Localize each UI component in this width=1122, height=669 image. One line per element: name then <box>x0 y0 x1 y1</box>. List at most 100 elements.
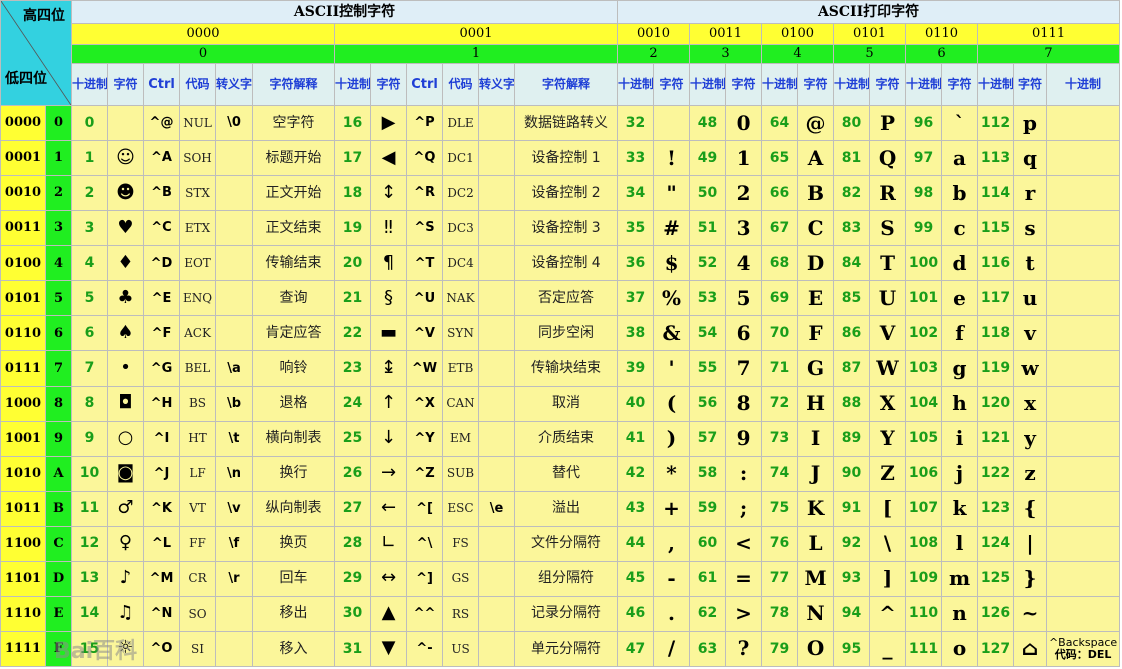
cell-char: ` <box>941 105 979 142</box>
cell-char: / <box>653 630 691 668</box>
cell-char: ▼ <box>370 630 407 668</box>
cell-char: k <box>941 490 979 527</box>
cell-ctrl-empty <box>1046 560 1121 597</box>
cell-ctrl: ^[ <box>406 490 443 527</box>
cell-char <box>653 105 691 142</box>
cell-code: DLE <box>442 105 479 142</box>
cell-char: O <box>797 630 835 668</box>
cell-code: FF <box>179 525 216 562</box>
cell-char: } <box>1013 560 1048 597</box>
cell-description: 纵向制表 <box>252 490 335 527</box>
cell-char: * <box>653 455 691 492</box>
header-decimal: 十进制 <box>334 63 371 107</box>
cell-ctrl: ^@ <box>143 105 180 142</box>
cell-escape: \n <box>215 455 253 492</box>
cell-char: ◀ <box>370 140 407 177</box>
cell-escape <box>478 385 515 422</box>
cell-char: ↨ <box>370 350 407 387</box>
cell-decimal: 84 <box>833 245 871 282</box>
cell-ctrl: ^K <box>143 490 180 527</box>
cell-description: 设备控制 4 <box>513 245 619 282</box>
cell-escape <box>478 175 515 212</box>
low-nibble-bin: 0010 <box>0 175 46 212</box>
cell-char: ? <box>725 630 763 668</box>
high-group-hex: 2 <box>617 44 691 65</box>
cell-decimal: 13 <box>71 560 108 597</box>
cell-decimal: 53 <box>689 280 727 317</box>
cell-char: T <box>869 245 907 282</box>
header-char: 字符 <box>653 63 691 107</box>
cell-char: q <box>1013 140 1048 177</box>
cell-char: 1 <box>725 140 763 177</box>
cell-char: $ <box>653 245 691 282</box>
cell-escape <box>478 105 515 142</box>
cell-char: → <box>370 455 407 492</box>
cell-description: 介质结束 <box>513 420 619 457</box>
low-nibble-bin: 1000 <box>0 385 46 422</box>
cell-ctrl: ^Backspace 代码：DEL <box>1046 630 1121 668</box>
cell-decimal: 56 <box>689 385 727 422</box>
cell-char: s <box>1013 210 1048 247</box>
cell-char: H <box>797 385 835 422</box>
cell-code: STX <box>179 175 216 212</box>
cell-decimal: 59 <box>689 490 727 527</box>
cell-decimal: 50 <box>689 175 727 212</box>
cell-description: 记录分隔符 <box>513 595 619 632</box>
cell-decimal: 81 <box>833 140 871 177</box>
corner-header: 高四位 低四位 <box>0 0 72 107</box>
cell-escape <box>215 210 253 247</box>
cell-decimal: 42 <box>617 455 655 492</box>
cell-char: ☼ <box>107 630 144 668</box>
cell-ctrl-empty <box>1046 245 1121 282</box>
cell-ctrl: ^B <box>143 175 180 212</box>
cell-escape: \a <box>215 350 253 387</box>
header-ctrl: Ctrl <box>406 63 443 107</box>
table-row: 0011 3 3 ♥ ^C ETX 正文结束 19 ‼ ^S DC3 设备控制 3 35 #51 3 67 C 8… <box>0 210 1121 247</box>
cell-escape <box>215 175 253 212</box>
cell-decimal: 25 <box>334 420 371 457</box>
cell-ctrl-empty <box>1046 490 1121 527</box>
header-char: 字符 <box>107 63 144 107</box>
low-nibble-bin: 1001 <box>0 420 46 457</box>
cell-char: v <box>1013 315 1048 352</box>
cell-decimal: 36 <box>617 245 655 282</box>
cell-decimal: 17 <box>334 140 371 177</box>
cell-decimal: 21 <box>334 280 371 317</box>
cell-decimal: 54 <box>689 315 727 352</box>
cell-description: 标题开始 <box>252 140 335 177</box>
cell-description: 查询 <box>252 280 335 317</box>
cell-escape: \b <box>215 385 253 422</box>
high-group-bin: 0101 <box>833 23 907 46</box>
cell-escape <box>478 420 515 457</box>
cell-char: ← <box>370 490 407 527</box>
cell-decimal: 96 <box>905 105 943 142</box>
cell-description: 横向制表 <box>252 420 335 457</box>
cell-char: Q <box>869 140 907 177</box>
cell-ctrl: ^V <box>406 315 443 352</box>
cell-code: SYN <box>442 315 479 352</box>
header-decimal: 十进制 <box>1046 63 1121 107</box>
table-row: 1101 D 13 ♪ ^M CR \r 回车 29 ↔ ^] GS 组分隔符 45-61 = 77 M 93] 1… <box>0 560 1121 597</box>
cell-description: 移入 <box>252 630 335 668</box>
cell-decimal: 4 <box>71 245 108 282</box>
cell-char: ~ <box>1013 595 1048 632</box>
cell-ctrl-empty <box>1046 140 1121 177</box>
cell-code: ETB <box>442 350 479 387</box>
cell-decimal: 48 <box>689 105 727 142</box>
cell-char: I <box>797 420 835 457</box>
cell-escape <box>478 350 515 387</box>
cell-decimal: 69 <box>761 280 799 317</box>
cell-decimal: 104 <box>905 385 943 422</box>
header-decimal: 十进制 <box>617 63 655 107</box>
cell-escape <box>478 280 515 317</box>
high-group-hex: 5 <box>833 44 907 65</box>
cell-decimal: 16 <box>334 105 371 142</box>
cell-decimal: 123 <box>977 490 1015 527</box>
high-group-bin: 0011 <box>689 23 763 46</box>
low-nibble-hex: 2 <box>45 175 72 212</box>
low-nibble-hex: 0 <box>45 105 72 142</box>
header-decimal: 十进制 <box>833 63 871 107</box>
cell-code: SOH <box>179 140 216 177</box>
cell-decimal: 100 <box>905 245 943 282</box>
cell-ctrl-empty <box>1046 420 1121 457</box>
